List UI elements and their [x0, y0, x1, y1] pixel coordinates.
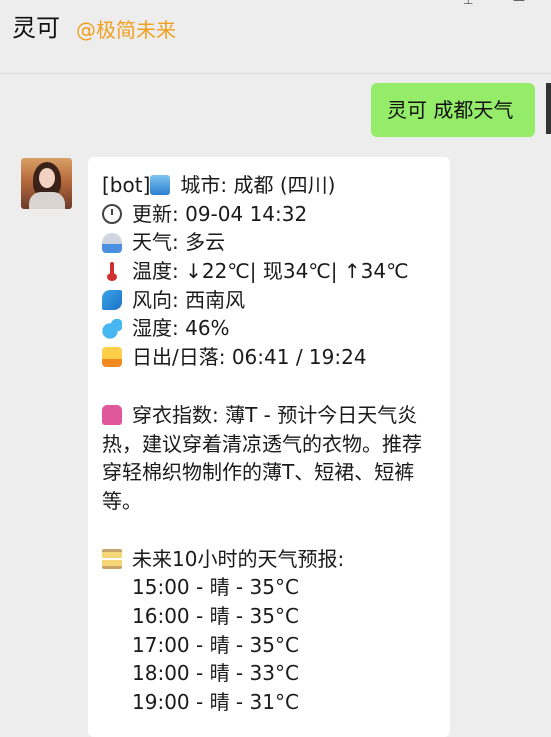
incoming-message-bubble[interactable]: [bot] 城市: 成都 (四川) 更新: 09-04 14:32 天气: 多云…	[88, 157, 450, 737]
wind-text: 风向: 西南风	[132, 287, 246, 312]
avatar-face	[39, 168, 55, 188]
temperature-text: 温度: ↓22℃| 现34℃| ↑34℃	[132, 259, 409, 284]
line-sun: 日出/日落: 06:41 / 19:24	[102, 343, 450, 372]
line-wind: 风向: 西南风	[102, 286, 450, 315]
humidity-text: 湿度: 46%	[132, 316, 230, 341]
thermometer-icon	[102, 261, 122, 282]
bot-avatar[interactable]	[21, 158, 72, 209]
forecast-item: 15:00 - 晴 - 35°C	[132, 575, 299, 600]
updated-text: 更新: 09-04 14:32	[132, 201, 308, 226]
forecast-item: 17:00 - 晴 - 35°C	[132, 632, 299, 657]
clothing-paragraph: 穿衣指数: 薄T - 预计今日天气炎热，建议穿着清凉透气的衣物。推荐穿轻棉织物制…	[102, 401, 438, 516]
line-city: [bot] 城市: 成都 (四川)	[102, 171, 450, 200]
clothing-text: 穿衣指数: 薄T - 预计今日天气炎热，建议穿着清凉透气的衣物。推荐穿轻棉织物制…	[102, 402, 422, 513]
droplets-icon	[102, 318, 122, 339]
city-text: 城市: 成都 (四川)	[180, 173, 336, 197]
hourglass-icon	[102, 548, 122, 569]
cityscape-icon	[150, 175, 171, 196]
bot-tag: [bot]	[102, 173, 151, 197]
line-temperature: 温度: ↓22℃| 现34℃| ↑34℃	[102, 257, 450, 286]
self-avatar[interactable]	[546, 83, 551, 134]
wind-icon	[102, 290, 122, 311]
forecast-item: 19:00 - 晴 - 31°C	[132, 690, 299, 715]
line-humidity: 湿度: 46%	[102, 314, 450, 343]
forecast-item: 16:00 - 晴 - 35°C	[132, 604, 299, 628]
clock-icon	[102, 204, 122, 225]
line-updated: 更新: 09-04 14:32	[102, 200, 450, 229]
forecast-title: 未来10小时的天气预报:	[132, 546, 345, 571]
avatar-body	[29, 192, 65, 209]
outgoing-message-bubble[interactable]: 灵可 成都天气	[371, 83, 535, 137]
chat-header: 灵可 @极简未来 ⊥ —	[0, 0, 551, 74]
weather-text: 天气: 多云	[132, 230, 226, 255]
chat-subtitle: @极简未来	[76, 18, 176, 42]
sunrise-icon	[102, 347, 122, 368]
forecast-item: 18:00 - 晴 - 33°C	[132, 661, 299, 686]
line-weather: 天气: 多云	[102, 228, 450, 257]
pin-icon[interactable]: ⊥	[463, 0, 479, 6]
chat-title: 灵可	[12, 14, 60, 42]
cloud-rain-icon	[102, 232, 122, 253]
line-forecast-title: 未来10小时的天气预报:	[102, 545, 450, 574]
minimize-icon[interactable]: —	[513, 0, 529, 6]
sun-text: 日出/日落: 06:41 / 19:24	[132, 345, 367, 370]
tshirt-icon	[102, 404, 122, 425]
